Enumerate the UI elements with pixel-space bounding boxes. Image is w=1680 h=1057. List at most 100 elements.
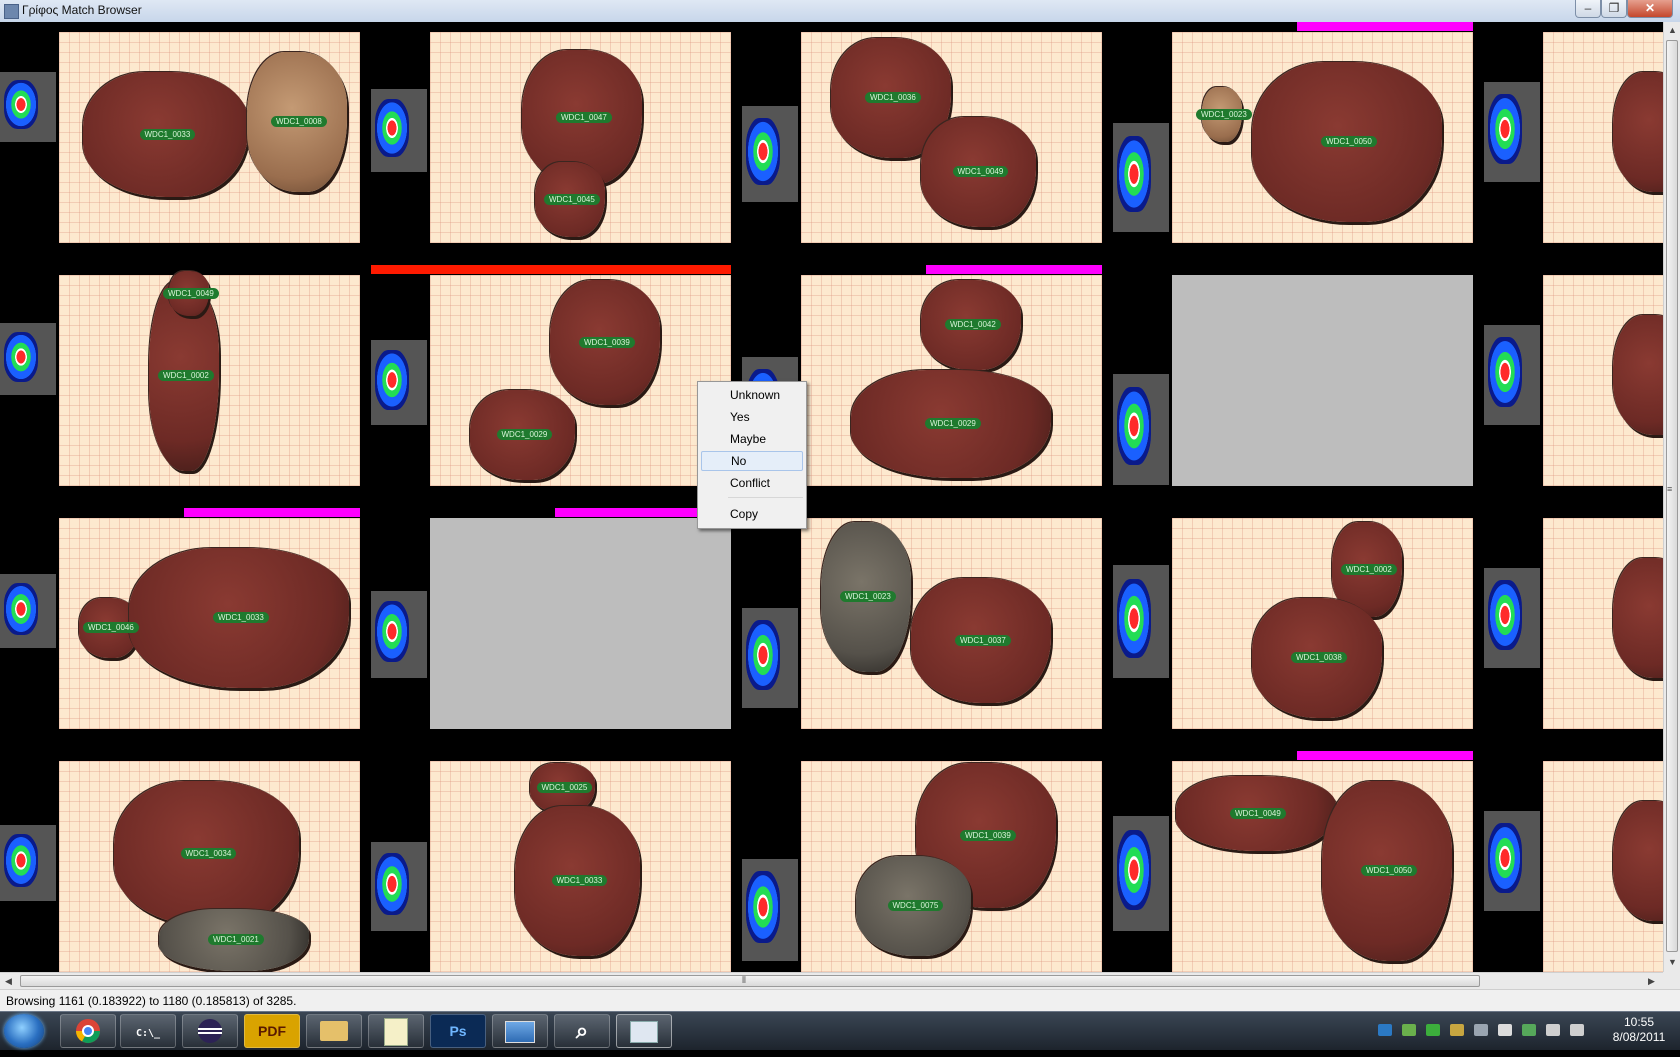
minimize-button[interactable]: –	[1575, 0, 1601, 18]
fragment-pair-view[interactable]: WDC1_0025 WDC1_0033	[430, 761, 731, 972]
menu-item-copy[interactable]: Copy	[701, 504, 803, 524]
notepad-icon[interactable]	[368, 1014, 424, 1048]
update-icon[interactable]	[1450, 1024, 1464, 1036]
fragment-pair-view[interactable]: WDC1_0047 WDC1_0045	[430, 32, 731, 243]
match-tile-partial[interactable]	[1484, 508, 1663, 730]
fragment-pair-view[interactable]: WDC1_0039 WDC1_0075	[801, 761, 1102, 972]
heatmap-thumbnail	[1484, 761, 1543, 972]
grip-icon: ≡	[1667, 484, 1673, 494]
match-tile[interactable]: WDC1_0002 WDC1_0049	[0, 265, 371, 487]
start-icon[interactable]	[4, 1014, 44, 1048]
match-tile[interactable]	[1113, 265, 1484, 487]
menu-item-conflict[interactable]: Conflict	[701, 473, 803, 493]
fragment-pair-view[interactable]	[1543, 32, 1663, 243]
chrome-icon[interactable]	[60, 1014, 116, 1048]
heatmap-image	[742, 608, 798, 708]
match-grid[interactable]: WDC1_0033 WDC1_0008 WDC1_0047 WDC1_0045 WDC1…	[0, 22, 1663, 972]
menu-item-unknown[interactable]: Unknown	[701, 385, 803, 405]
match-tile-partial[interactable]	[1484, 22, 1663, 244]
fragment-pair-view[interactable]: WDC1_0033 WDC1_0008	[59, 32, 360, 243]
match-tile[interactable]: WDC1_0039 WDC1_0029	[371, 265, 742, 487]
heatmap-thumbnail	[1484, 32, 1543, 243]
match-tile[interactable]: WDC1_0023 WDC1_0050	[1113, 22, 1484, 244]
window-title: Γρίφος Match Browser	[22, 3, 142, 17]
heatmap-thumbnail	[742, 518, 801, 729]
volume-icon[interactable]	[1570, 1024, 1584, 1036]
fragment-pair-view[interactable]: WDC1_0049 WDC1_0050	[1172, 761, 1473, 972]
power-icon[interactable]	[1522, 1024, 1536, 1036]
match-tile[interactable]: WDC1_0047 WDC1_0045	[371, 22, 742, 244]
eclipse-icon[interactable]	[182, 1014, 238, 1048]
fragment-pair-view[interactable]: WDC1_0042 WDC1_0029	[801, 275, 1102, 486]
menu-item-no[interactable]: No	[701, 451, 803, 471]
fragment-pair-view[interactable]: WDC1_0002 WDC1_0038	[1172, 518, 1473, 729]
photo-viewer-icon[interactable]	[492, 1014, 548, 1048]
match-tile-partial[interactable]	[1484, 751, 1663, 972]
match-tile[interactable]: WDC1_0023 WDC1_0037	[742, 508, 1113, 730]
shield-icon[interactable]	[1426, 1024, 1440, 1036]
horizontal-scroll-thumb[interactable]	[20, 975, 1480, 987]
dropbox-icon[interactable]	[1378, 1024, 1392, 1036]
scroll-up-icon[interactable]: ▲	[1668, 25, 1677, 35]
scroll-right-icon[interactable]: ▶	[1648, 976, 1655, 987]
fragment-pair-view[interactable]: WDC1_0002 WDC1_0049	[59, 271, 360, 486]
fragment-pair-view[interactable]	[1172, 275, 1473, 486]
search-icon[interactable]: ⌕	[554, 1014, 610, 1048]
match-tile-partial[interactable]	[1484, 265, 1663, 487]
close-button[interactable]: ✕	[1627, 0, 1673, 18]
match-tile[interactable]: WDC1_0036 WDC1_0049	[742, 22, 1113, 244]
network-icon[interactable]	[1546, 1024, 1560, 1036]
scroll-left-icon[interactable]: ◀	[5, 976, 12, 987]
grip-icon: ⦀	[742, 975, 746, 985]
maximize-icon: ❐	[1608, 1, 1620, 15]
fragment-pair-view[interactable]: WDC1_0023 WDC1_0050	[1172, 32, 1473, 243]
fragment-pair-view[interactable]: WDC1_0039 WDC1_0029	[430, 275, 731, 486]
match-tile[interactable]: WDC1_0039 WDC1_0075	[742, 751, 1113, 972]
menu-item-yes[interactable]: Yes	[701, 407, 803, 427]
match-tile[interactable]: WDC1_0033 WDC1_0008	[0, 22, 371, 244]
fragment-pair-view[interactable]	[1543, 761, 1663, 972]
pdf-icon[interactable]: PDF	[244, 1014, 300, 1048]
fragment-label: WDC1_0025	[536, 782, 593, 793]
photoshop-icon[interactable]: Ps	[430, 1014, 486, 1048]
fragment-pair-view[interactable]	[1543, 518, 1663, 729]
fragment-pair-view[interactable]	[1543, 275, 1663, 486]
match-tile[interactable]: WDC1_0046 WDC1_0033	[0, 508, 371, 730]
match-tile[interactable]: WDC1_0049 WDC1_0050	[1113, 751, 1484, 972]
heatmap-image	[371, 842, 427, 931]
match-tile[interactable]: WDC1_0025 WDC1_0033	[371, 751, 742, 972]
match-status-bar	[371, 265, 731, 274]
fragment-label: WDC1_0047	[556, 111, 612, 123]
fragment-label: WDC1_0046	[83, 622, 139, 633]
horizontal-scrollbar[interactable]: ◀ ⦀ ▶	[0, 972, 1663, 989]
match-status-bar	[184, 508, 360, 517]
fragment-pair-view[interactable]	[430, 518, 731, 729]
fragment-pair-view[interactable]: WDC1_0036 WDC1_0049	[801, 32, 1102, 243]
scroll-down-icon[interactable]: ▼	[1668, 957, 1677, 967]
fragment-label: WDC1_0036	[865, 92, 921, 103]
vertical-scrollbar[interactable]: ▲ ≡ ▼	[1663, 22, 1680, 972]
vertical-scroll-thumb[interactable]	[1666, 40, 1678, 952]
scroll-corner	[1663, 972, 1680, 989]
heatmap-image	[0, 825, 56, 901]
match-tile[interactable]: WDC1_0034 WDC1_0021	[0, 751, 371, 972]
folder-icon[interactable]	[306, 1014, 362, 1048]
fragment-pair-view[interactable]: WDC1_0023 WDC1_0037	[801, 518, 1102, 729]
menu-item-maybe[interactable]: Maybe	[701, 429, 803, 449]
maximize-button[interactable]: ❐	[1601, 0, 1627, 18]
heatmap-image	[1113, 816, 1169, 931]
flag-icon[interactable]	[1498, 1024, 1512, 1036]
cmd-icon[interactable]: C:\_	[120, 1014, 176, 1048]
heatmap-image	[1113, 374, 1169, 485]
nvidia-icon[interactable]	[1402, 1024, 1416, 1036]
match-tile[interactable]	[371, 508, 742, 730]
fragment-pair-view[interactable]: WDC1_0046 WDC1_0033	[59, 518, 360, 729]
match-tile[interactable]: WDC1_0002 WDC1_0038	[1113, 508, 1484, 730]
fragment-label: WDC1_0033	[551, 875, 608, 886]
fragment-label: WDC1_0023	[1196, 108, 1252, 120]
clock[interactable]: 10:55 8/08/2011	[1600, 1015, 1678, 1045]
fragment-pair-view[interactable]: WDC1_0034 WDC1_0021	[59, 761, 360, 972]
title-bar[interactable]: Γρίφος Match Browser – ❐ ✕	[0, 0, 1680, 23]
device-icon[interactable]	[1474, 1024, 1488, 1036]
window-icon[interactable]	[616, 1014, 672, 1048]
